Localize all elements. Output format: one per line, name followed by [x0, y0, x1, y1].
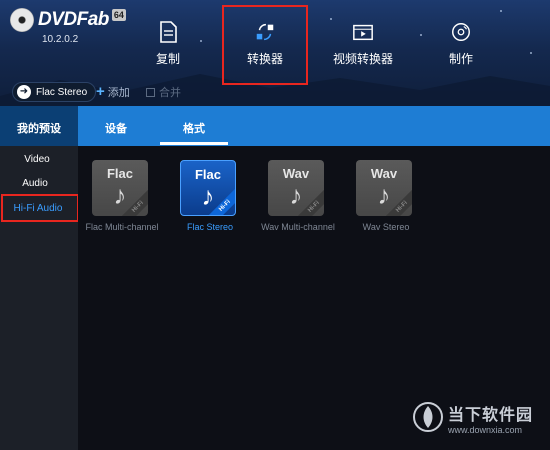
- tab-format[interactable]: 格式: [158, 106, 230, 146]
- format-label: Flac Stereo: [186, 222, 234, 232]
- app-logo: DVDFab 64: [10, 8, 126, 32]
- thumb-title: Flac: [106, 166, 133, 181]
- tab-my-presets[interactable]: 我的预设: [0, 106, 78, 146]
- add-label: 添加: [107, 87, 130, 99]
- watermark-name: 当下软件园: [448, 407, 534, 424]
- nav-creator-label: 制作: [448, 52, 473, 66]
- sidebar-item-audio[interactable]: Audio: [0, 173, 74, 195]
- merge-button[interactable]: 合并: [146, 84, 181, 100]
- current-profile-label: Flac Stereo: [36, 86, 88, 98]
- disc-icon: [452, 23, 470, 41]
- selected-highlight-box: [222, 5, 308, 85]
- nav-video-converter[interactable]: 视频转换器: [323, 14, 403, 74]
- format-label: Flac Multi-channel: [85, 222, 159, 232]
- nav-creator[interactable]: 制作: [421, 14, 501, 74]
- logo-text: DVDFab: [38, 9, 109, 30]
- sidebar-item-video[interactable]: Video: [0, 149, 76, 171]
- format-thumbnail: Flac ♪ Hi-Fi: [180, 160, 236, 216]
- format-label: Wav Multi-channel: [261, 222, 335, 232]
- nav-copy[interactable]: 复制: [128, 14, 208, 74]
- thumb-title: Flac: [194, 167, 221, 182]
- merge-label: 合并: [159, 87, 181, 99]
- app-version: 10.2.0.2: [42, 34, 79, 45]
- thumb-title: Wav: [370, 166, 398, 181]
- format-thumbnail: Wav ♪ Hi-Fi: [268, 160, 324, 216]
- format-card-wav-stereo[interactable]: Wav ♪ Hi-Fi Wav Stereo: [344, 160, 428, 232]
- format-thumbnail: Flac ♪ Hi-Fi: [92, 160, 148, 216]
- format-thumbnail: Wav ♪ Hi-Fi: [356, 160, 412, 216]
- thumb-title: Wav: [282, 166, 310, 181]
- star-decoration: [530, 52, 532, 54]
- format-card-wav-multichannel[interactable]: Wav ♪ Hi-Fi Wav Multi-channel: [256, 160, 340, 232]
- dvdfab-window: DVDFab 64 10.2.0.2 复制 转换器 视频转换器 制作 ➜ Fla…: [0, 0, 550, 450]
- header: DVDFab 64 10.2.0.2 复制 转换器 视频转换器 制作 ➜ Fla…: [0, 0, 550, 106]
- watermark-url: www.downxia.com: [448, 425, 523, 435]
- tab-device[interactable]: 设备: [84, 106, 148, 146]
- tab-bar: 我的预设 设备 格式: [0, 106, 550, 146]
- profile-bar: ➜ Flac Stereo + 添加 合并: [0, 80, 550, 106]
- current-profile-selector[interactable]: ➜ Flac Stereo: [12, 82, 97, 102]
- nav-copy-label: 复制: [155, 52, 180, 66]
- disc-logo-icon: [10, 8, 34, 32]
- merge-icon: [146, 87, 155, 97]
- category-sidebar: Video Audio Hi-Fi Audio: [0, 146, 79, 450]
- site-watermark: 当下软件园 www.downxia.com: [410, 395, 548, 443]
- nav-video-converter-label: 视频转换器: [332, 52, 393, 66]
- arrow-right-icon: ➜: [17, 85, 31, 99]
- format-label: Wav Stereo: [362, 222, 410, 232]
- format-card-flac-stereo[interactable]: Flac ♪ Hi-Fi Flac Stereo: [168, 160, 252, 232]
- watermark-logo-icon: [413, 402, 443, 432]
- plus-icon: +: [96, 83, 105, 100]
- add-button[interactable]: + 添加: [96, 84, 130, 100]
- star-decoration: [500, 10, 502, 12]
- active-tab-underline: [160, 142, 228, 145]
- format-card-flac-multichannel[interactable]: Flac ♪ Hi-Fi Flac Multi-channel: [80, 160, 164, 232]
- selected-highlight-box: [1, 194, 79, 222]
- document-icon: [160, 21, 177, 43]
- video-player-icon: [353, 24, 373, 41]
- logo-badge: 64: [111, 9, 126, 21]
